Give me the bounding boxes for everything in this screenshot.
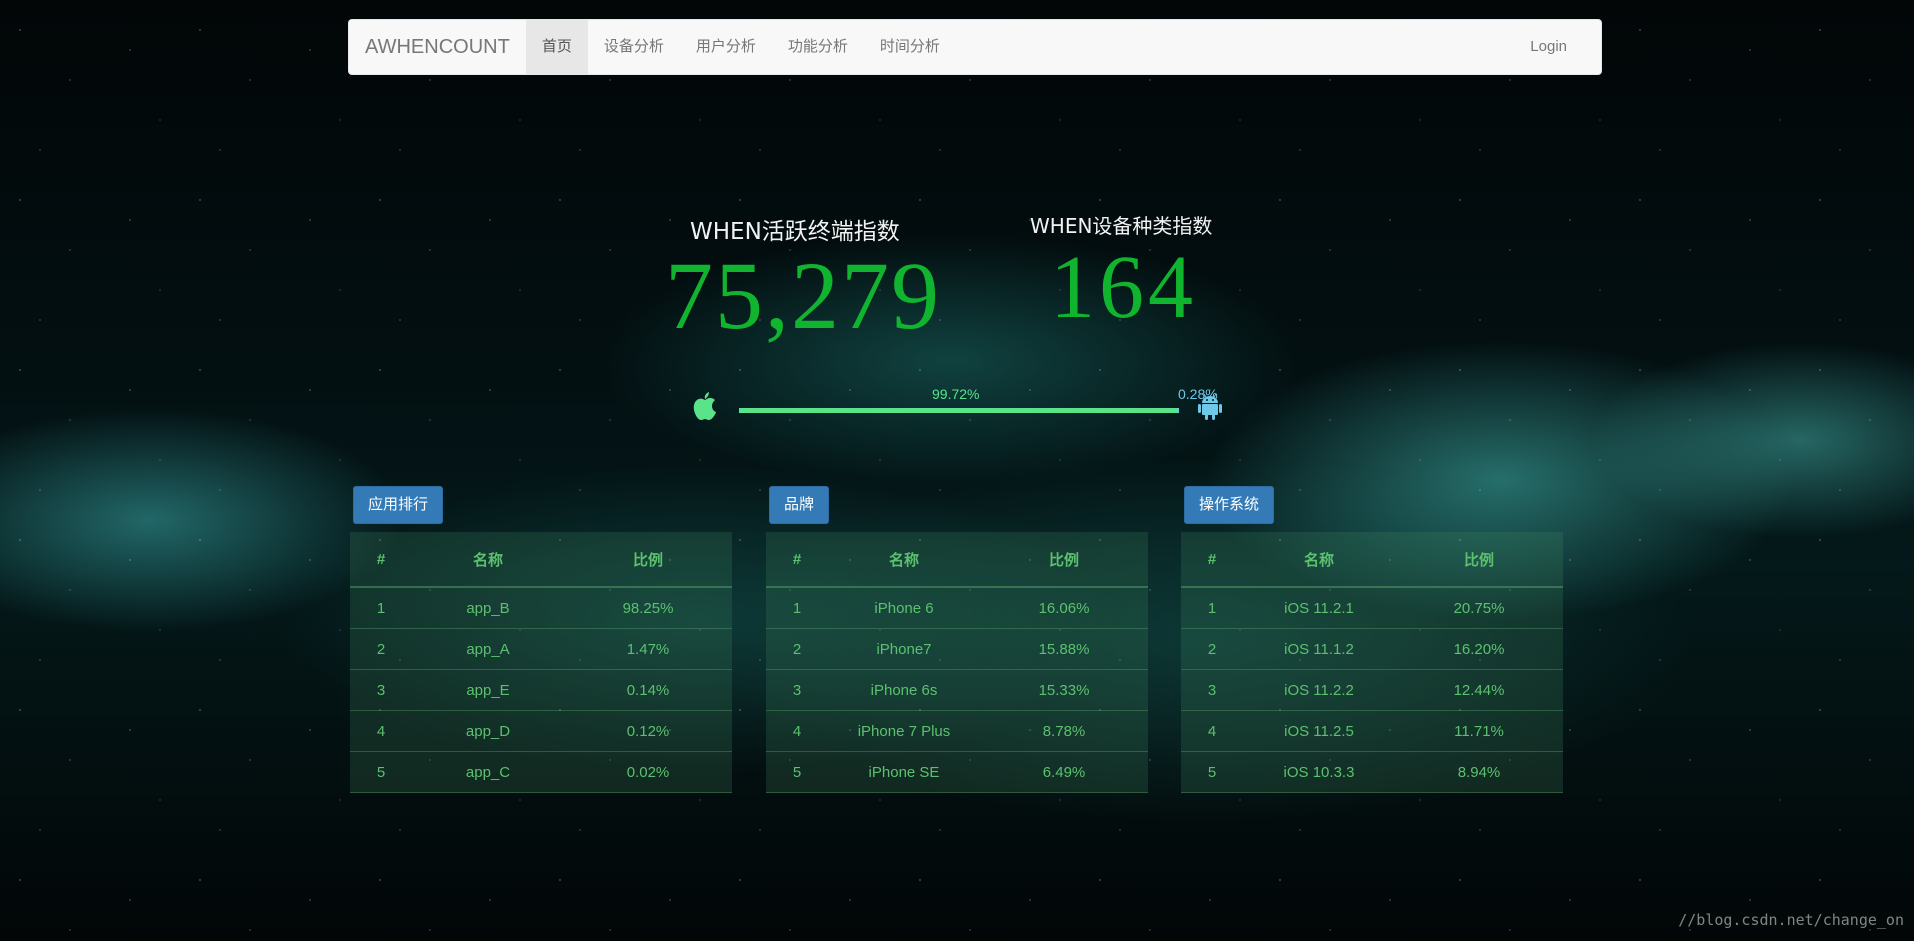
row-rank: 2 [350, 628, 412, 670]
android-icon [1198, 393, 1222, 426]
row-name: iOS 11.1.2 [1243, 628, 1395, 670]
row-rank: 5 [350, 751, 412, 793]
row-name: iOS 11.2.1 [1243, 587, 1395, 629]
app-ranking-table: # 名称 比例 1 app_B 98.25% 2 app_A 1.47% 3 app_E 0.14% 4… [350, 532, 732, 793]
row-ratio: 0.02% [564, 751, 732, 793]
row-name: app_A [412, 628, 564, 670]
table-row: 4 iPhone 7 Plus 8.78% [766, 710, 1148, 752]
column-header[interactable]: # [1181, 532, 1243, 588]
row-name: iPhone 6 [828, 587, 980, 629]
active-terminals-value: 75,279 [665, 242, 941, 349]
row-name: app_C [412, 751, 564, 793]
row-ratio: 15.88% [980, 628, 1148, 670]
table-header-row: # 名称 比例 [350, 532, 732, 588]
top-navbar: AWHENCOUNT 首页 设备分析 用户分析 功能分析 时间分析 Login [348, 19, 1602, 75]
row-ratio: 8.78% [980, 710, 1148, 752]
table-row: 5 iPhone SE 6.49% [766, 751, 1148, 793]
row-rank: 1 [350, 587, 412, 629]
column-header[interactable]: 名称 [412, 532, 564, 588]
row-name: app_B [412, 587, 564, 629]
table-row: 3 app_E 0.14% [350, 669, 732, 711]
row-rank: 2 [1181, 628, 1243, 670]
table-row: 4 iOS 11.2.5 11.71% [1181, 710, 1563, 752]
row-name: iPhone 7 Plus [828, 710, 980, 752]
nav-item-time-analysis[interactable]: 时间分析 [864, 20, 956, 74]
brand-button[interactable]: 品牌 [769, 486, 830, 524]
platform-share-bar [739, 408, 1179, 413]
row-rank: 4 [1181, 710, 1243, 752]
row-rank: 2 [766, 628, 828, 670]
row-name: iPhone 6s [828, 669, 980, 711]
nav-item-user-analysis[interactable]: 用户分析 [680, 20, 772, 74]
row-rank: 4 [766, 710, 828, 752]
row-ratio: 8.94% [1395, 751, 1563, 793]
table-row: 2 app_A 1.47% [350, 628, 732, 670]
row-ratio: 11.71% [1395, 710, 1563, 752]
row-name: app_E [412, 669, 564, 711]
row-rank: 4 [350, 710, 412, 752]
row-name: iPhone7 [828, 628, 980, 670]
row-name: iOS 11.2.2 [1243, 669, 1395, 711]
device-types-value: 164 [1050, 238, 1197, 337]
nav-item-device-analysis[interactable]: 设备分析 [588, 20, 680, 74]
column-header[interactable]: 名称 [828, 532, 980, 588]
row-rank: 1 [766, 587, 828, 629]
nav-item-home[interactable]: 首页 [525, 20, 588, 74]
table-row: 1 iOS 11.2.1 20.75% [1181, 587, 1563, 629]
table-row: 1 iPhone 6 16.06% [766, 587, 1148, 629]
table-row: 2 iPhone7 15.88% [766, 628, 1148, 670]
row-rank: 3 [1181, 669, 1243, 711]
starfield-background [0, 0, 1914, 941]
brand-panel: 品牌 # 名称 比例 1 iPhone 6 16.06% 2 iPhone7 15.88% 3 iP… [766, 486, 1148, 793]
column-header[interactable]: 名称 [1243, 532, 1395, 588]
row-name: iOS 10.3.3 [1243, 751, 1395, 793]
column-header[interactable]: 比例 [1395, 532, 1563, 588]
brand-table: # 名称 比例 1 iPhone 6 16.06% 2 iPhone7 15.88% 3 iPhon… [766, 532, 1148, 793]
column-header[interactable]: 比例 [980, 532, 1148, 588]
brand-logo[interactable]: AWHENCOUNT [349, 19, 526, 75]
apple-icon [692, 391, 718, 426]
row-ratio: 1.47% [564, 628, 732, 670]
os-panel: 操作系统 # 名称 比例 1 iOS 11.2.1 20.75% 2 iOS 11.1.2 16… [1181, 486, 1563, 793]
os-button[interactable]: 操作系统 [1184, 486, 1275, 524]
app-ranking-button[interactable]: 应用排行 [353, 486, 444, 524]
row-ratio: 0.12% [564, 710, 732, 752]
row-rank: 5 [1181, 751, 1243, 793]
app-ranking-panel: 应用排行 # 名称 比例 1 app_B 98.25% 2 app_A 1.47% 3 app_E 0… [350, 486, 732, 793]
nav-item-feature-analysis[interactable]: 功能分析 [772, 20, 864, 74]
os-table: # 名称 比例 1 iOS 11.2.1 20.75% 2 iOS 11.1.2 16.20% 3… [1181, 532, 1563, 793]
row-rank: 5 [766, 751, 828, 793]
ios-share-label: 99.72% [932, 386, 980, 402]
row-rank: 3 [766, 669, 828, 711]
row-name: iPhone SE [828, 751, 980, 793]
row-ratio: 15.33% [980, 669, 1148, 711]
row-ratio: 0.14% [564, 669, 732, 711]
table-row: 5 app_C 0.02% [350, 751, 732, 793]
row-name: app_D [412, 710, 564, 752]
watermark: //blog.csdn.net/change_on [1678, 911, 1904, 929]
ios-share-fill [739, 408, 1178, 413]
row-name: iOS 11.2.5 [1243, 710, 1395, 752]
table-row: 3 iPhone 6s 15.33% [766, 669, 1148, 711]
table-row: 1 app_B 98.25% [350, 587, 732, 629]
row-ratio: 16.06% [980, 587, 1148, 629]
row-rank: 3 [350, 669, 412, 711]
table-row: 4 app_D 0.12% [350, 710, 732, 752]
table-row: 2 iOS 11.1.2 16.20% [1181, 628, 1563, 670]
row-ratio: 20.75% [1395, 587, 1563, 629]
row-ratio: 98.25% [564, 587, 732, 629]
device-types-label: WHEN设备种类指数 [1030, 214, 1213, 238]
table-row: 3 iOS 11.2.2 12.44% [1181, 669, 1563, 711]
column-header[interactable]: 比例 [564, 532, 732, 588]
table-row: 5 iOS 10.3.3 8.94% [1181, 751, 1563, 793]
row-ratio: 16.20% [1395, 628, 1563, 670]
row-rank: 1 [1181, 587, 1243, 629]
row-ratio: 12.44% [1395, 669, 1563, 711]
column-header[interactable]: # [350, 532, 412, 588]
column-header[interactable]: # [766, 532, 828, 588]
table-header-row: # 名称 比例 [766, 532, 1148, 588]
row-ratio: 6.49% [980, 751, 1148, 793]
login-link[interactable]: Login [1514, 20, 1601, 74]
table-header-row: # 名称 比例 [1181, 532, 1563, 588]
